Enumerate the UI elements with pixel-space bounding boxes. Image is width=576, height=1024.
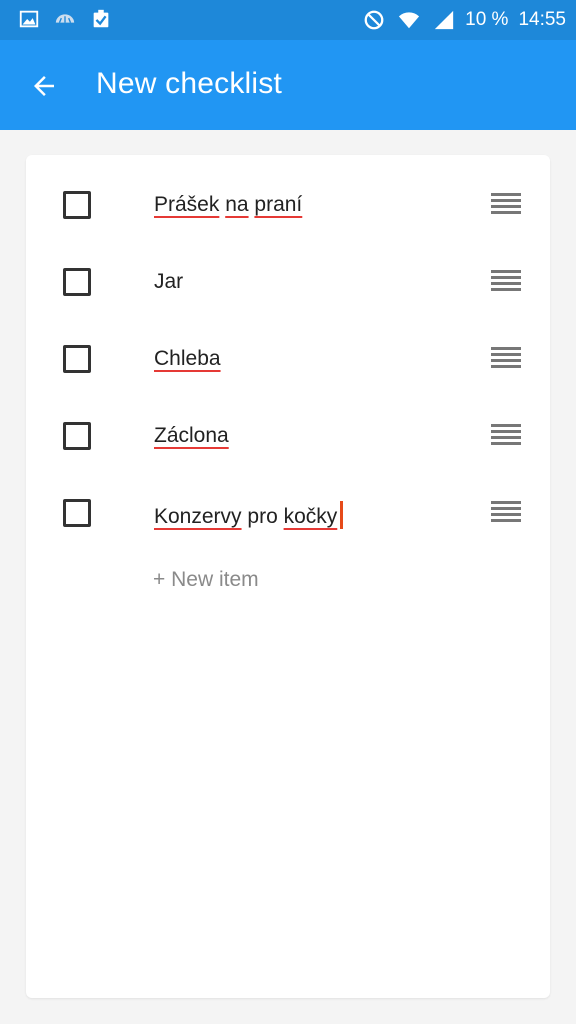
item-text-field[interactable]: Konzervy pro kočky [154, 501, 344, 529]
item-word: pro [247, 505, 278, 528]
new-item-button[interactable]: + New item [153, 568, 259, 592]
item-word: Prášek [154, 193, 220, 216]
item-text-field[interactable]: Chleba [154, 347, 221, 371]
item-checkbox[interactable] [63, 268, 91, 296]
item-checkbox[interactable] [63, 345, 91, 373]
wifi-icon [399, 12, 420, 29]
item-text-field[interactable]: Jar [154, 270, 183, 294]
drag-handle-icon[interactable] [491, 270, 521, 294]
page-title: New checklist [96, 67, 282, 100]
item-text-field[interactable]: Prášek na praní [154, 193, 302, 217]
item-text-field[interactable]: Záclona [154, 424, 229, 448]
drag-handle-icon[interactable] [491, 424, 521, 448]
list-item: Prášek na praní [26, 167, 550, 227]
do-not-disturb-icon [364, 10, 384, 30]
item-word: Chleba [154, 347, 221, 370]
item-word: Jar [154, 270, 184, 293]
checklist-card: Prášek na praní Jar Chleba Záclona Konze… [26, 155, 550, 998]
clipboard-check-icon [93, 9, 109, 28]
item-checkbox[interactable] [63, 422, 91, 450]
drag-handle-icon[interactable] [491, 347, 521, 371]
item-word: na [225, 193, 249, 216]
system-status: 10 % 14:55 [363, 0, 566, 40]
status-bar: 10 % 14:55 [0, 0, 576, 40]
item-word: kočky [283, 505, 338, 528]
list-item: Jar [26, 244, 550, 304]
text-cursor [340, 501, 344, 529]
battery-level: 10 % [465, 9, 509, 30]
weather-icon [55, 14, 75, 23]
back-button[interactable] [20, 62, 68, 110]
gallery-icon [19, 10, 39, 28]
item-checkbox[interactable] [63, 499, 91, 527]
item-word: Záclona [154, 424, 229, 447]
item-word: Konzervy [154, 505, 242, 528]
list-item: Chleba [26, 321, 550, 381]
notification-icons [18, 8, 112, 30]
item-word: praní [254, 193, 303, 216]
drag-handle-icon[interactable] [491, 501, 521, 525]
item-checkbox[interactable] [63, 191, 91, 219]
list-item: Konzervy pro kočky [26, 475, 550, 535]
clock: 14:55 [518, 9, 566, 30]
signal-icon [434, 10, 454, 30]
arrow-back-icon [34, 76, 54, 96]
drag-handle-icon[interactable] [491, 193, 521, 217]
app-bar: New checklist [0, 40, 576, 130]
list-item: Záclona [26, 398, 550, 458]
